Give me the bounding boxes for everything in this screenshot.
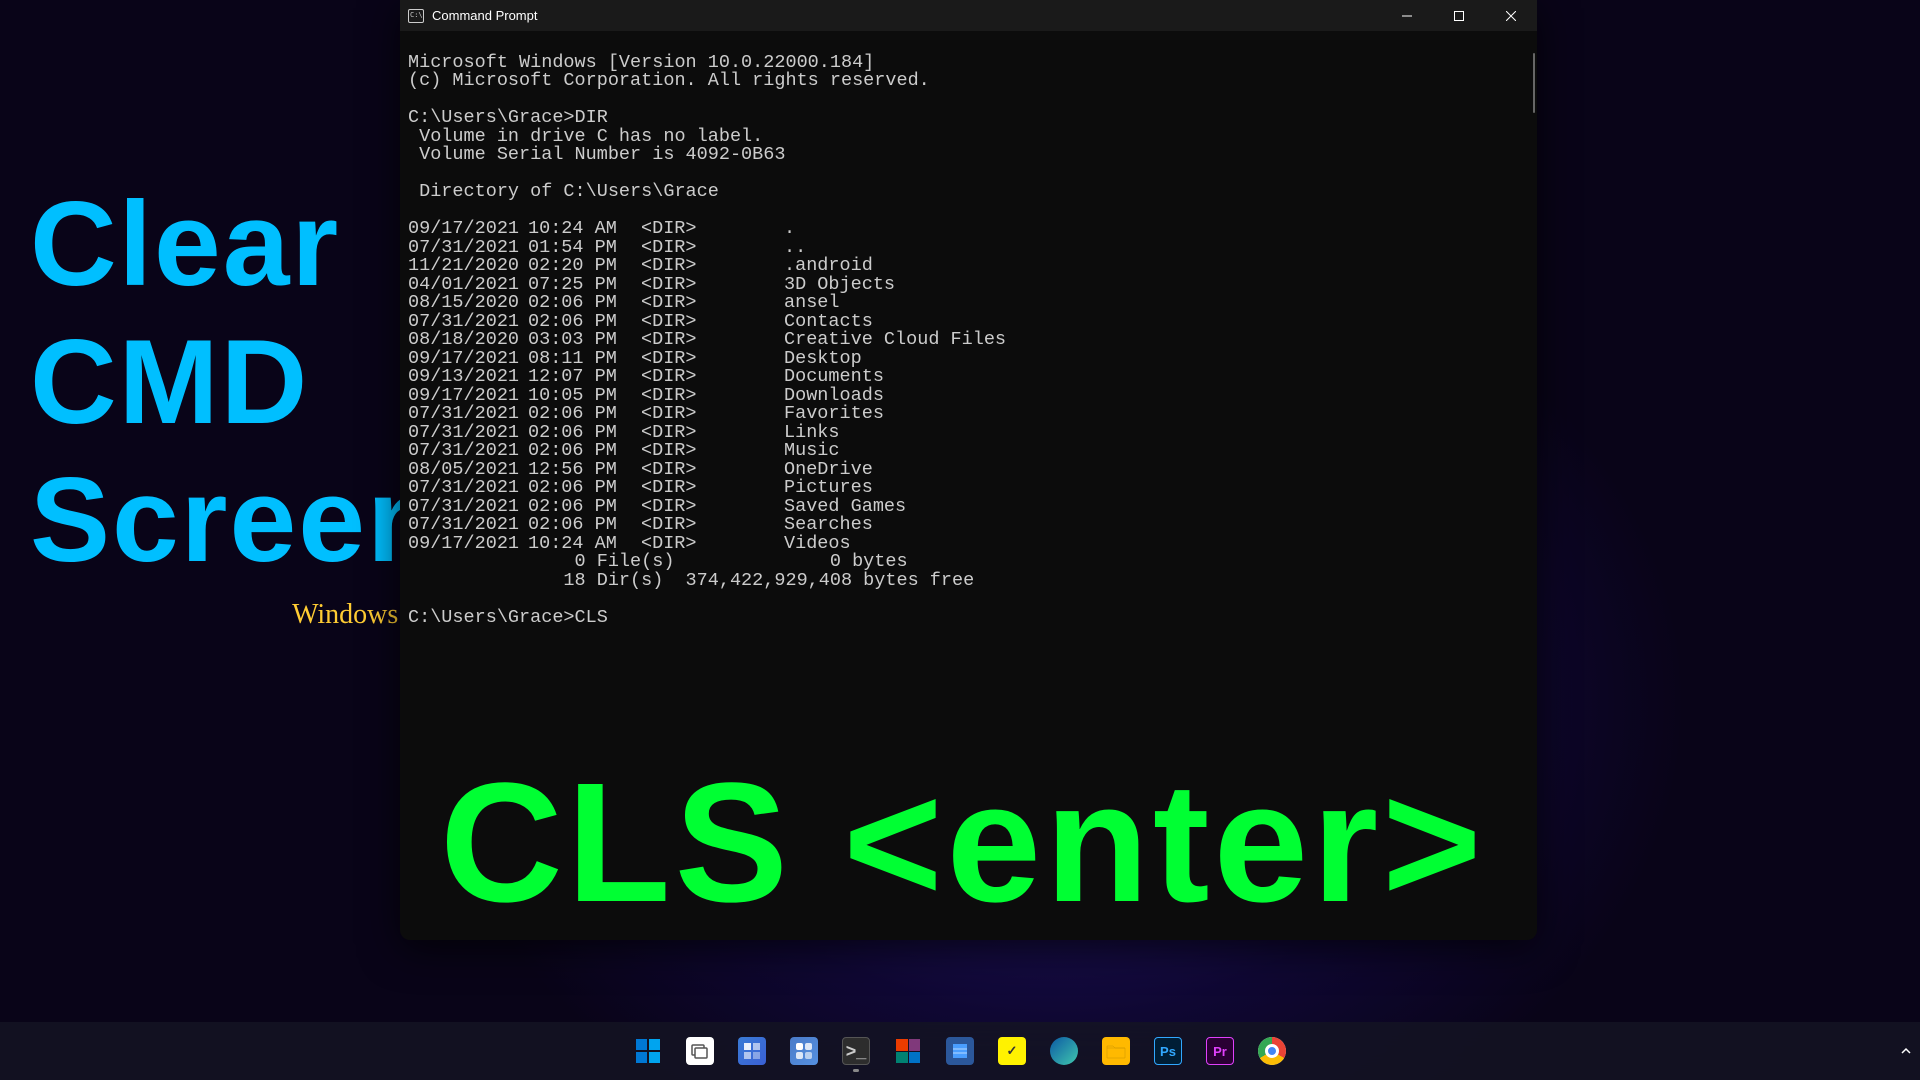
- sticky-notes-button[interactable]: ✓: [989, 1028, 1035, 1074]
- entry-time: 02:06 PM: [528, 442, 641, 461]
- entry-name: Favorites: [784, 405, 884, 424]
- entry-time: 02:06 PM: [528, 405, 641, 424]
- volume-serial-line: Volume Serial Number is 4092-0B63: [408, 144, 785, 165]
- entry-name: Searches: [784, 516, 873, 535]
- entry-name: Pictures: [784, 479, 873, 498]
- virtual-desktops-button[interactable]: [729, 1028, 775, 1074]
- entry-type: <DIR>: [641, 442, 784, 461]
- summary-dirs: 18 Dir(s) 374,422,929,408 bytes free: [408, 570, 974, 591]
- dir-entry: 09/13/202112:07 PM<DIR>Documents: [408, 368, 1529, 387]
- directory-listing: 09/17/202110:24 AM<DIR>.07/31/202101:54 …: [408, 220, 1529, 553]
- overlay-line3: Screen: [30, 451, 442, 589]
- entry-date: 09/13/2021: [408, 368, 528, 387]
- prompt-cls-command: C:\Users\Grace>CLS: [408, 607, 608, 628]
- photoshop-button[interactable]: Ps: [1145, 1028, 1191, 1074]
- word-button[interactable]: [937, 1028, 983, 1074]
- entry-date: 07/31/2021: [408, 405, 528, 424]
- terminal-icon: >_: [842, 1037, 870, 1065]
- tutorial-title-overlay: Clear CMD Screen Windows 11: [30, 175, 442, 631]
- scrollbar-thumb[interactable]: [1533, 53, 1535, 113]
- entry-date: 08/18/2020: [408, 331, 528, 350]
- widgets-icon: [790, 1037, 818, 1065]
- instruction-overlay: CLS <enter>: [440, 745, 1486, 941]
- entry-type: <DIR>: [641, 405, 784, 424]
- entry-name: .android: [784, 257, 873, 276]
- overlay-line2: CMD: [30, 313, 442, 451]
- overlay-line1: Clear: [30, 175, 442, 313]
- entry-type: <DIR>: [641, 368, 784, 387]
- word-icon: [946, 1037, 974, 1065]
- entry-time: 12:07 PM: [528, 368, 641, 387]
- entry-time: 10:24 AM: [528, 220, 641, 239]
- window-title: Command Prompt: [432, 8, 1381, 23]
- windows-icon: [636, 1039, 660, 1063]
- minimize-button[interactable]: [1381, 0, 1433, 31]
- minimize-icon: [1402, 11, 1412, 21]
- taskbar-center: >_ ✓ Ps Pr: [625, 1028, 1295, 1074]
- entry-date: 07/31/2021: [408, 516, 528, 535]
- overlay-subtitle: Windows 11: [30, 599, 442, 631]
- dir-entry: 08/15/202002:06 PM<DIR>ansel: [408, 294, 1529, 313]
- window-controls: [1381, 0, 1537, 31]
- start-button[interactable]: [625, 1028, 671, 1074]
- entry-time: 02:20 PM: [528, 257, 641, 276]
- office-icon: [896, 1039, 920, 1063]
- entry-time: 03:03 PM: [528, 331, 641, 350]
- premiere-icon: Pr: [1206, 1037, 1234, 1065]
- sticky-notes-icon: ✓: [998, 1037, 1026, 1065]
- dir-entry: 07/31/202102:06 PM<DIR>Pictures: [408, 479, 1529, 498]
- dir-entry: 07/31/202102:06 PM<DIR>Searches: [408, 516, 1529, 535]
- entry-name: Creative Cloud Files: [784, 331, 1006, 350]
- task-view-icon: [686, 1037, 714, 1065]
- system-tray: [1900, 1045, 1912, 1057]
- entry-type: <DIR>: [641, 294, 784, 313]
- task-view-button[interactable]: [677, 1028, 723, 1074]
- entry-name: Music: [784, 442, 840, 461]
- entry-name: .: [784, 220, 795, 239]
- folder-icon: [1102, 1037, 1130, 1065]
- directory-of-line: Directory of C:\Users\Grace: [408, 181, 719, 202]
- entry-type: <DIR>: [641, 331, 784, 350]
- desktops-icon: [738, 1037, 766, 1065]
- entry-type: <DIR>: [641, 220, 784, 239]
- entry-type: <DIR>: [641, 257, 784, 276]
- cmd-icon: [408, 9, 424, 23]
- entry-name: Documents: [784, 368, 884, 387]
- titlebar[interactable]: Command Prompt: [400, 0, 1537, 31]
- copyright-line: (c) Microsoft Corporation. All rights re…: [408, 70, 930, 91]
- dir-entry: 11/21/202002:20 PM<DIR>.android: [408, 257, 1529, 276]
- file-explorer-button[interactable]: [1093, 1028, 1139, 1074]
- taskbar: >_ ✓ Ps Pr: [0, 1022, 1920, 1080]
- close-button[interactable]: [1485, 0, 1537, 31]
- chrome-button[interactable]: [1249, 1028, 1295, 1074]
- widgets-button[interactable]: [781, 1028, 827, 1074]
- close-icon: [1506, 11, 1516, 21]
- dir-entry: 07/31/202102:06 PM<DIR>Music: [408, 442, 1529, 461]
- dir-entry: 09/17/202110:24 AM<DIR>.: [408, 220, 1529, 239]
- entry-name: ansel: [784, 294, 840, 313]
- office-button[interactable]: [885, 1028, 931, 1074]
- entry-date: 09/17/2021: [408, 220, 528, 239]
- chrome-icon: [1258, 1037, 1286, 1065]
- entry-date: 07/31/2021: [408, 442, 528, 461]
- entry-time: 02:06 PM: [528, 516, 641, 535]
- entry-date: 08/15/2020: [408, 294, 528, 313]
- edge-button[interactable]: [1041, 1028, 1087, 1074]
- entry-date: 07/31/2021: [408, 479, 528, 498]
- maximize-button[interactable]: [1433, 0, 1485, 31]
- dir-entry: 08/18/202003:03 PM<DIR>Creative Cloud Fi…: [408, 331, 1529, 350]
- entry-time: 02:06 PM: [528, 294, 641, 313]
- entry-type: <DIR>: [641, 479, 784, 498]
- maximize-icon: [1454, 11, 1464, 21]
- edge-icon: [1050, 1037, 1078, 1065]
- terminal-taskbar-button[interactable]: >_: [833, 1028, 879, 1074]
- entry-type: <DIR>: [641, 516, 784, 535]
- dir-entry: 07/31/202102:06 PM<DIR>Favorites: [408, 405, 1529, 424]
- photoshop-icon: Ps: [1154, 1037, 1182, 1065]
- premiere-button[interactable]: Pr: [1197, 1028, 1243, 1074]
- tray-expand-icon[interactable]: [1900, 1045, 1912, 1057]
- entry-date: 11/21/2020: [408, 257, 528, 276]
- entry-time: 02:06 PM: [528, 479, 641, 498]
